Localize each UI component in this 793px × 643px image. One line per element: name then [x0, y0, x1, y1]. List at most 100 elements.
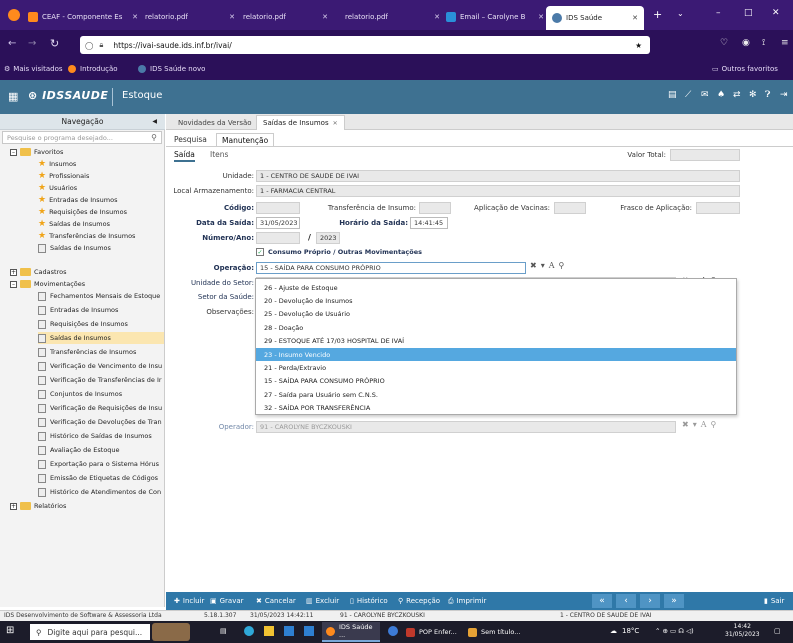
clear-icon[interactable]: ✖: [530, 261, 537, 270]
close-icon[interactable]: ✕: [428, 13, 440, 21]
close-icon[interactable]: ✕: [126, 13, 138, 21]
subtab-pesquisa[interactable]: Pesquisa: [174, 135, 207, 144]
url-bar[interactable]: ◯ 🔒︎ https://ivai-saude.ids.inf.br/ivai/…: [80, 36, 650, 54]
excluir-button[interactable]: ▥ Excluir: [306, 595, 339, 607]
reload-icon[interactable]: ↻: [50, 37, 59, 50]
logout-icon[interactable]: ⇥: [780, 90, 788, 100]
browser-tab-active[interactable]: IDS Saúde ✕: [546, 6, 644, 30]
recepcao-button[interactable]: ⚲ Recepção: [398, 595, 440, 607]
sair-button[interactable]: ▮ Sair: [764, 595, 784, 607]
collapse-icon[interactable]: ◀: [152, 118, 157, 125]
chevron-down-icon[interactable]: ▾: [693, 420, 697, 429]
first-page-button[interactable]: «: [592, 594, 612, 608]
edge-icon[interactable]: [244, 626, 254, 636]
sidebar-item-movimentacao[interactable]: Conjuntos de Insumos: [38, 388, 164, 400]
sidebar-item-favorito[interactable]: ★ Saídas de Insumos: [38, 218, 110, 230]
sidebar-item-movimentacao[interactable]: Verificação de Vencimento de Insu: [38, 360, 164, 372]
incluir-button[interactable]: ✚ Incluir: [174, 595, 204, 607]
sidebar-search-input[interactable]: Pesquise o programa desejado... ⚲: [2, 131, 162, 144]
bookmark-introducao[interactable]: Introdução: [68, 65, 118, 73]
taskbar-app-pop[interactable]: POP Enfer...: [402, 622, 460, 642]
codigo-field[interactable]: [256, 202, 300, 214]
close-icon[interactable]: ✕: [532, 13, 544, 21]
bell-icon[interactable]: ♠: [717, 90, 725, 100]
sidebar-item-movimentacao[interactable]: Histórico de Atendimentos de Con: [38, 486, 164, 498]
tree-cadastros[interactable]: + Cadastros: [10, 266, 66, 278]
expand-icon[interactable]: +: [10, 502, 17, 510]
subtab-manutencao[interactable]: Manutenção: [216, 133, 275, 147]
tab-saida[interactable]: Saída: [174, 150, 195, 162]
maximize-icon[interactable]: □: [744, 8, 753, 18]
firefox-icon[interactable]: [8, 9, 20, 21]
data-saida-input[interactable]: 31/05/2023: [256, 217, 300, 229]
bookmark-outros[interactable]: ▭ Outros favoritos: [712, 65, 778, 73]
sidebar-item-favorito[interactable]: ★ Profissionais: [38, 170, 89, 182]
dropdown-option[interactable]: 29 - ESTOQUE ATÉ 17/03 HOSPITAL DE IVAÍ: [256, 335, 736, 348]
dropdown-option[interactable]: 21 - Perda/Extravio: [256, 361, 736, 374]
close-icon[interactable]: ✕: [223, 13, 235, 21]
extensions-icon[interactable]: ⟟: [762, 38, 765, 48]
font-a-icon[interactable]: A: [701, 420, 707, 429]
menu-icon[interactable]: ≡: [781, 38, 789, 48]
next-page-button[interactable]: ›: [640, 594, 660, 608]
tab-novidades[interactable]: Novidades da Versão: [172, 115, 258, 130]
close-icon[interactable]: ✕: [333, 120, 338, 127]
chevron-down-icon[interactable]: ▾: [541, 261, 545, 270]
taskbar-app-paint[interactable]: Sem título...: [464, 622, 524, 642]
tab-saidas-insumos[interactable]: Saídas de Insumos ✕: [256, 115, 345, 130]
calendar-icon[interactable]: ▤: [668, 90, 677, 100]
back-icon[interactable]: ←: [8, 38, 16, 49]
dropdown-option[interactable]: 27 - Saída para Usuário sem C.N.S.: [256, 388, 736, 401]
close-icon[interactable]: ✕: [316, 13, 328, 21]
last-page-button[interactable]: »: [664, 594, 684, 608]
notification-icon[interactable]: ▢: [774, 627, 781, 635]
browser-tab[interactable]: relatorio.pdf ✕: [345, 8, 440, 26]
forward-icon[interactable]: →: [28, 38, 36, 49]
sidebar-item-favorito[interactable]: Saídas de Insumos: [38, 242, 111, 254]
sidebar-item-movimentacao[interactable]: Verificação de Requisições de Insu: [38, 402, 164, 414]
window-close-icon[interactable]: ✕: [772, 8, 780, 18]
help-icon[interactable]: ❓︎: [765, 90, 770, 100]
swap-icon[interactable]: ⇄: [733, 90, 741, 100]
minimize-icon[interactable]: –: [716, 8, 721, 18]
sidebar-item-movimentacao[interactable]: Transferências de Insumos: [38, 346, 164, 358]
prev-page-button[interactable]: ‹: [616, 594, 636, 608]
dropdown-option[interactable]: 28 - Doação: [256, 321, 736, 334]
search-icon[interactable]: ⚲: [151, 133, 157, 142]
search-icon[interactable]: ⚲: [711, 420, 717, 429]
sidebar-item-movimentacao[interactable]: Verificação de Transferências de Ir: [38, 374, 164, 386]
chrome-icon[interactable]: [388, 626, 398, 636]
historico-button[interactable]: ▯ Histórico: [350, 595, 388, 607]
browser-tab[interactable]: relatorio.pdf ✕: [243, 8, 328, 26]
mail-app-icon[interactable]: [284, 626, 294, 636]
sidebar-item-movimentacao[interactable]: Exportação para o Sistema Hórus: [38, 458, 164, 470]
dropdown-option[interactable]: 23 - Insumo Vencido: [256, 348, 736, 361]
account-icon[interactable]: ◉: [742, 38, 750, 48]
sidebar-item-movimentacao[interactable]: Avaliação de Estoque: [38, 444, 164, 456]
chart-icon[interactable]: ⟋: [685, 90, 691, 100]
font-a-icon[interactable]: A: [549, 261, 555, 270]
sidebar-item-movimentacao[interactable]: Entradas de Insumos: [38, 304, 164, 316]
bear-widget-icon[interactable]: [152, 623, 190, 641]
tree-favoritos[interactable]: – Favoritos: [10, 146, 63, 158]
close-icon[interactable]: ✕: [626, 14, 638, 22]
apps-grid-icon[interactable]: ▦: [8, 90, 18, 103]
dropdown-option[interactable]: 20 - Devolução de Insumos: [256, 294, 736, 307]
weather-icon[interactable]: ☁: [610, 627, 617, 635]
calendar-app-icon[interactable]: [304, 626, 314, 636]
sidebar-item-favorito[interactable]: ★ Transferências de Insumos: [38, 230, 135, 242]
sidebar-item-favorito[interactable]: ★ Usuários: [38, 182, 77, 194]
taskbar-search[interactable]: ⚲ Digite aqui para pesqui...: [30, 624, 150, 640]
tray-icons[interactable]: ⌃ ⊕ ▭ ☊ ◁): [655, 627, 694, 635]
tree-relatorios[interactable]: + Relatórios: [10, 500, 66, 512]
dropdown-option[interactable]: 25 - Devolução de Usuário: [256, 308, 736, 321]
sidebar-item-movimentacao[interactable]: Emissão de Etiquetas de Códigos: [38, 472, 164, 484]
dropdown-option[interactable]: 26 - Ajuste de Estoque: [256, 281, 736, 294]
dropdown-option[interactable]: 15 - SAÍDA PARA CONSUMO PRÓPRIO: [256, 375, 736, 388]
settings-icon[interactable]: ✻: [749, 90, 757, 100]
imprimir-button[interactable]: ⎙ Imprimir: [448, 595, 486, 607]
browser-tab[interactable]: Email – Carolyne B ✕: [446, 8, 544, 26]
tab-itens[interactable]: Itens: [210, 150, 228, 159]
task-view-icon[interactable]: ▤: [220, 627, 227, 635]
star-icon[interactable]: ★: [635, 41, 642, 50]
